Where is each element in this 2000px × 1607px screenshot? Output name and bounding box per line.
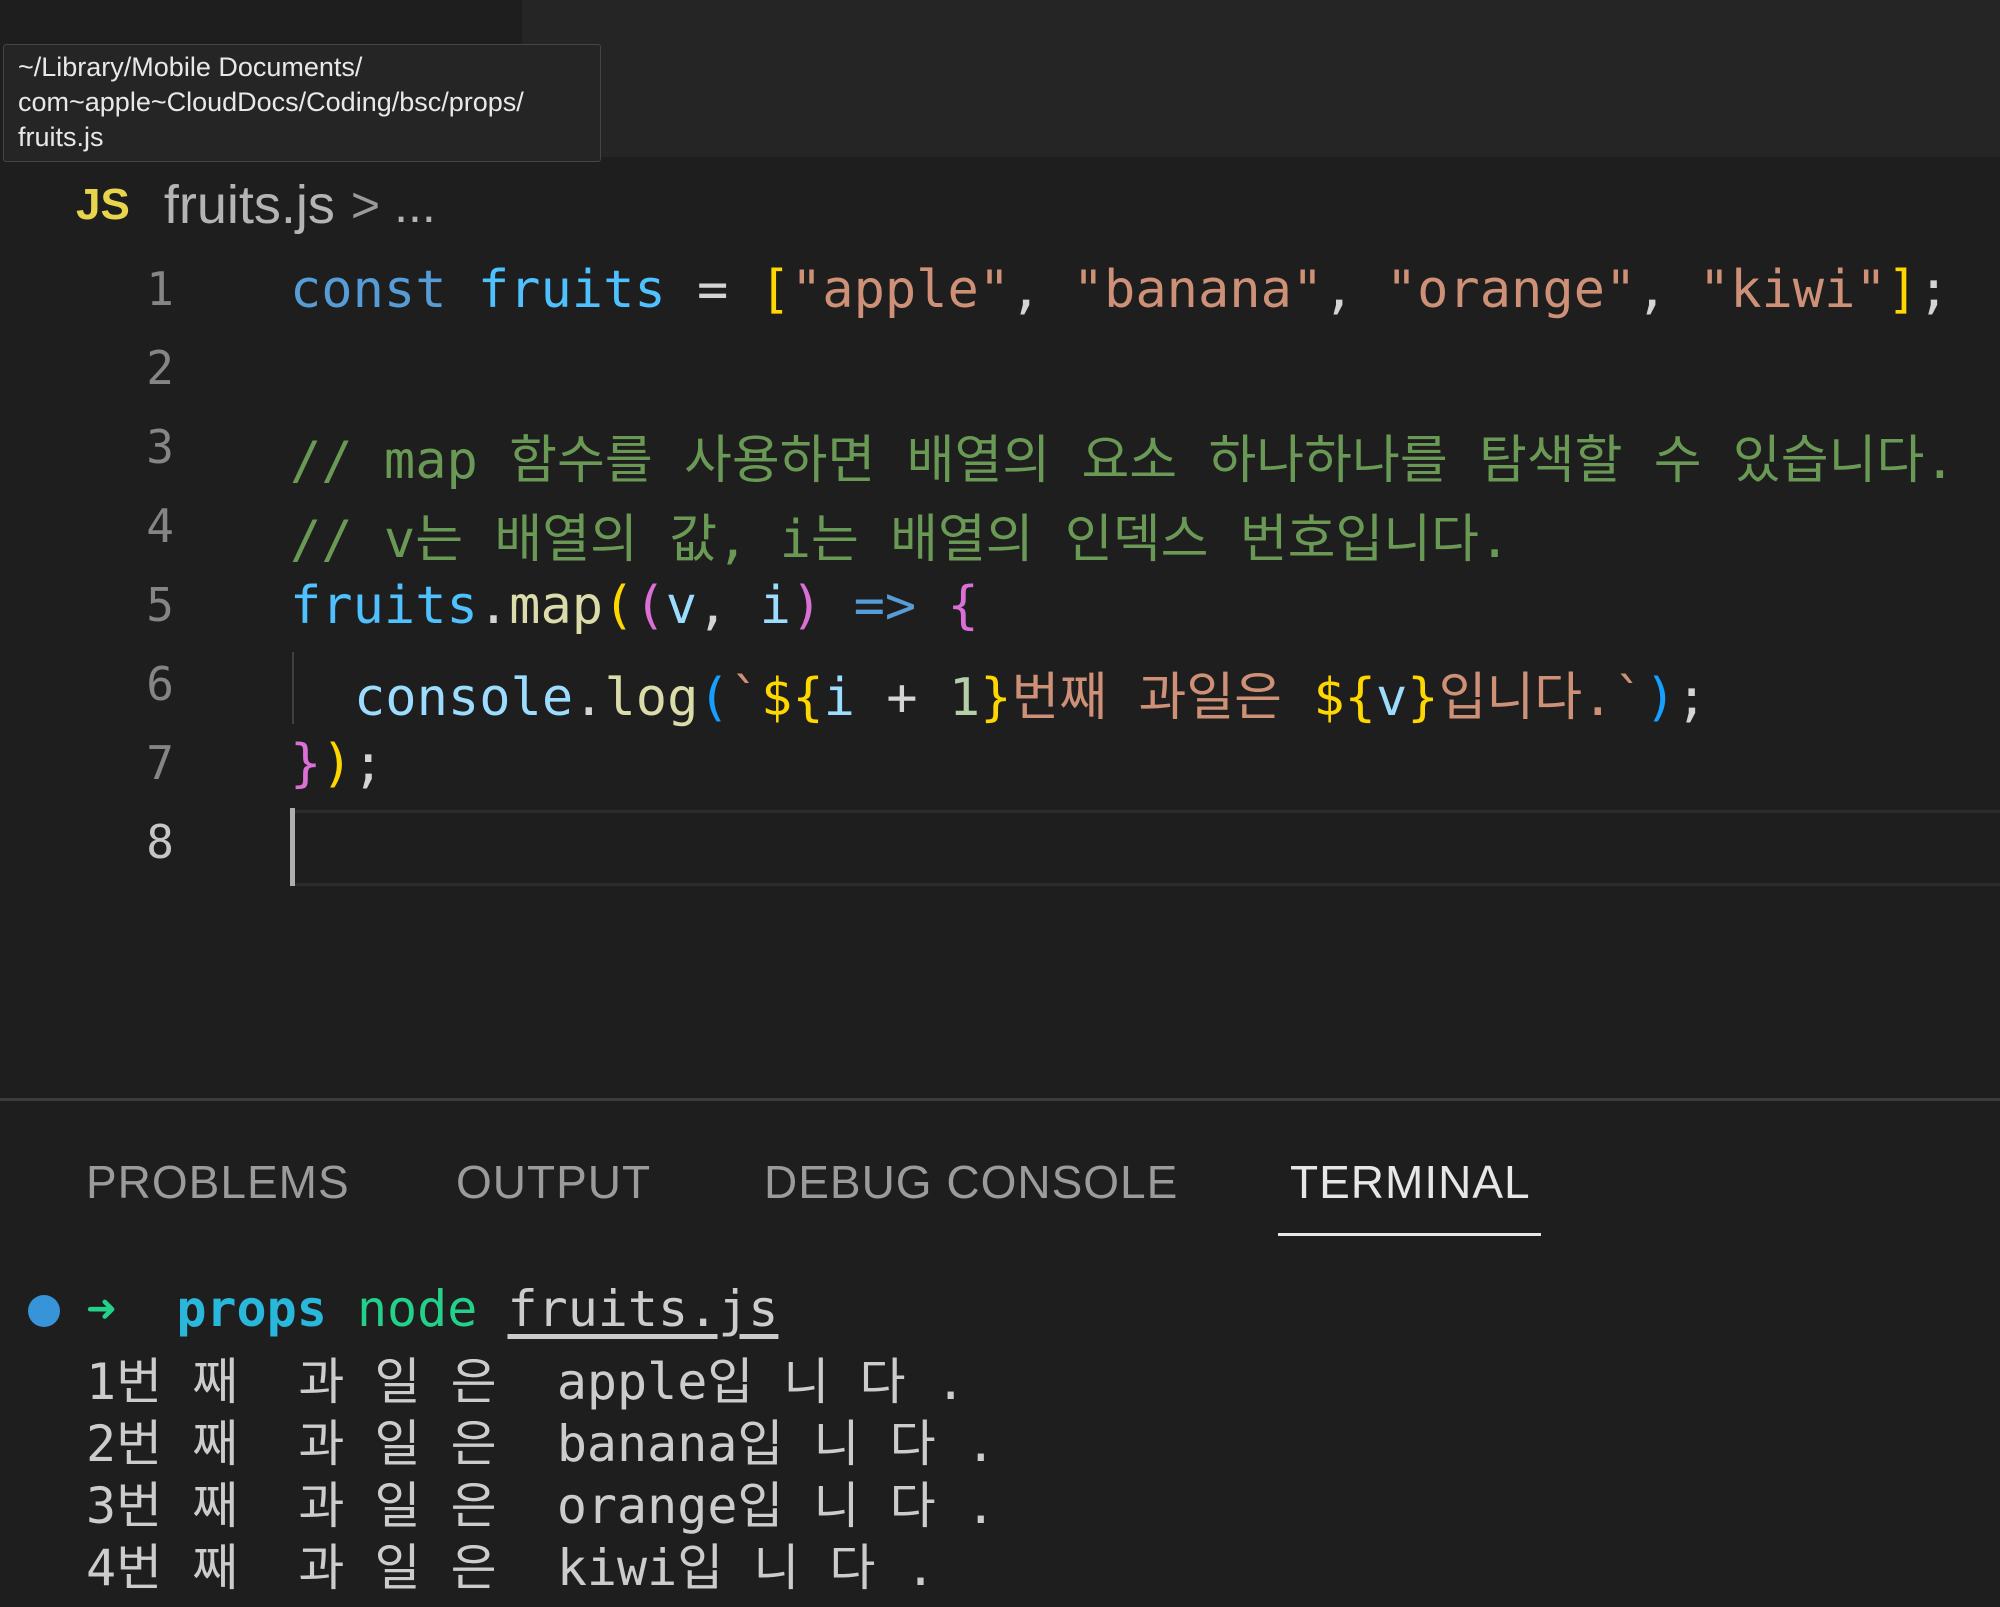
prompt-directory: props [176,1280,327,1338]
line-number: 1 [146,262,174,316]
terminal-prompt-line: ➜ props node fruits.js [86,1280,778,1338]
breadcrumb[interactable]: JS fruits.js > ... [76,170,436,240]
line-number: 6 [146,657,174,711]
line-number: 4 [146,499,174,553]
code-comment: // v는 배열의 값, i는 배열의 인덱스 번호입니다. [290,510,1511,570]
code-line: 4 // v는 배열의 값, i는 배열의 인덱스 번호입니다. [0,489,2000,570]
tab-output[interactable]: OUTPUT [456,1155,651,1209]
line-number: 5 [146,578,174,632]
line-number: 2 [146,341,174,395]
code-text: console.log(`${i + 1}번째 과일은 ${v}입니다.`); [354,668,1708,728]
line-number: 7 [146,736,174,790]
code-line: 2 [0,331,2000,410]
tooltip-line: fruits.js [18,122,104,152]
code-comment: // map 함수를 사용하면 배열의 요소 하나하나를 탐색할 수 있습니다. [290,431,1956,491]
prompt-argument: fruits.js [507,1280,779,1338]
code-line: 8 [0,805,2000,884]
code-text: const fruits = ["apple", "banana", "oran… [290,260,1950,320]
javascript-file-icon: JS [76,180,130,229]
terminal-output-line: 4번 째 과 일 은 kiwi입 니 다 . [86,1539,936,1597]
code-line: 3 // map 함수를 사용하면 배열의 요소 하나하나를 탐색할 수 있습니… [0,410,2000,491]
active-tab-indicator [1278,1233,1541,1236]
text-cursor [290,808,295,886]
tooltip-line: com~apple~CloudDocs/Coding/bsc/props/ [18,87,524,117]
line-number: 8 [146,815,174,869]
tab-problems[interactable]: PROBLEMS [86,1155,350,1209]
tab-terminal[interactable]: TERMINAL [1290,1155,1531,1209]
code-editor[interactable]: 1 const fruits = ["apple", "banana", "or… [0,252,2000,892]
tab-debug-console[interactable]: DEBUG CONSOLE [764,1155,1178,1209]
code-line: 7 }); [0,726,2000,805]
breadcrumb-file[interactable]: fruits.js [164,174,335,236]
prompt-command: node [356,1280,478,1338]
file-path-tooltip: ~/Library/Mobile Documents/ com~apple~Cl… [3,44,601,162]
breadcrumb-symbols[interactable]: ... [394,176,436,234]
code-line: 6 console.log(`${i + 1}번째 과일은 ${v}입니다.`)… [0,647,2000,728]
prompt-arrow-icon: ➜ [86,1280,117,1338]
chevron-right-icon: > [350,177,381,233]
tooltip-line: ~/Library/Mobile Documents/ [18,52,363,82]
code-text: fruits.map((v, i) => { [290,576,979,636]
command-status-dot-icon[interactable] [28,1295,60,1327]
code-line: 1 const fruits = ["apple", "banana", "or… [0,252,2000,331]
code-text: }); [290,734,384,794]
code-line: 5 fruits.map((v, i) => { [0,568,2000,647]
line-number: 3 [146,420,174,474]
